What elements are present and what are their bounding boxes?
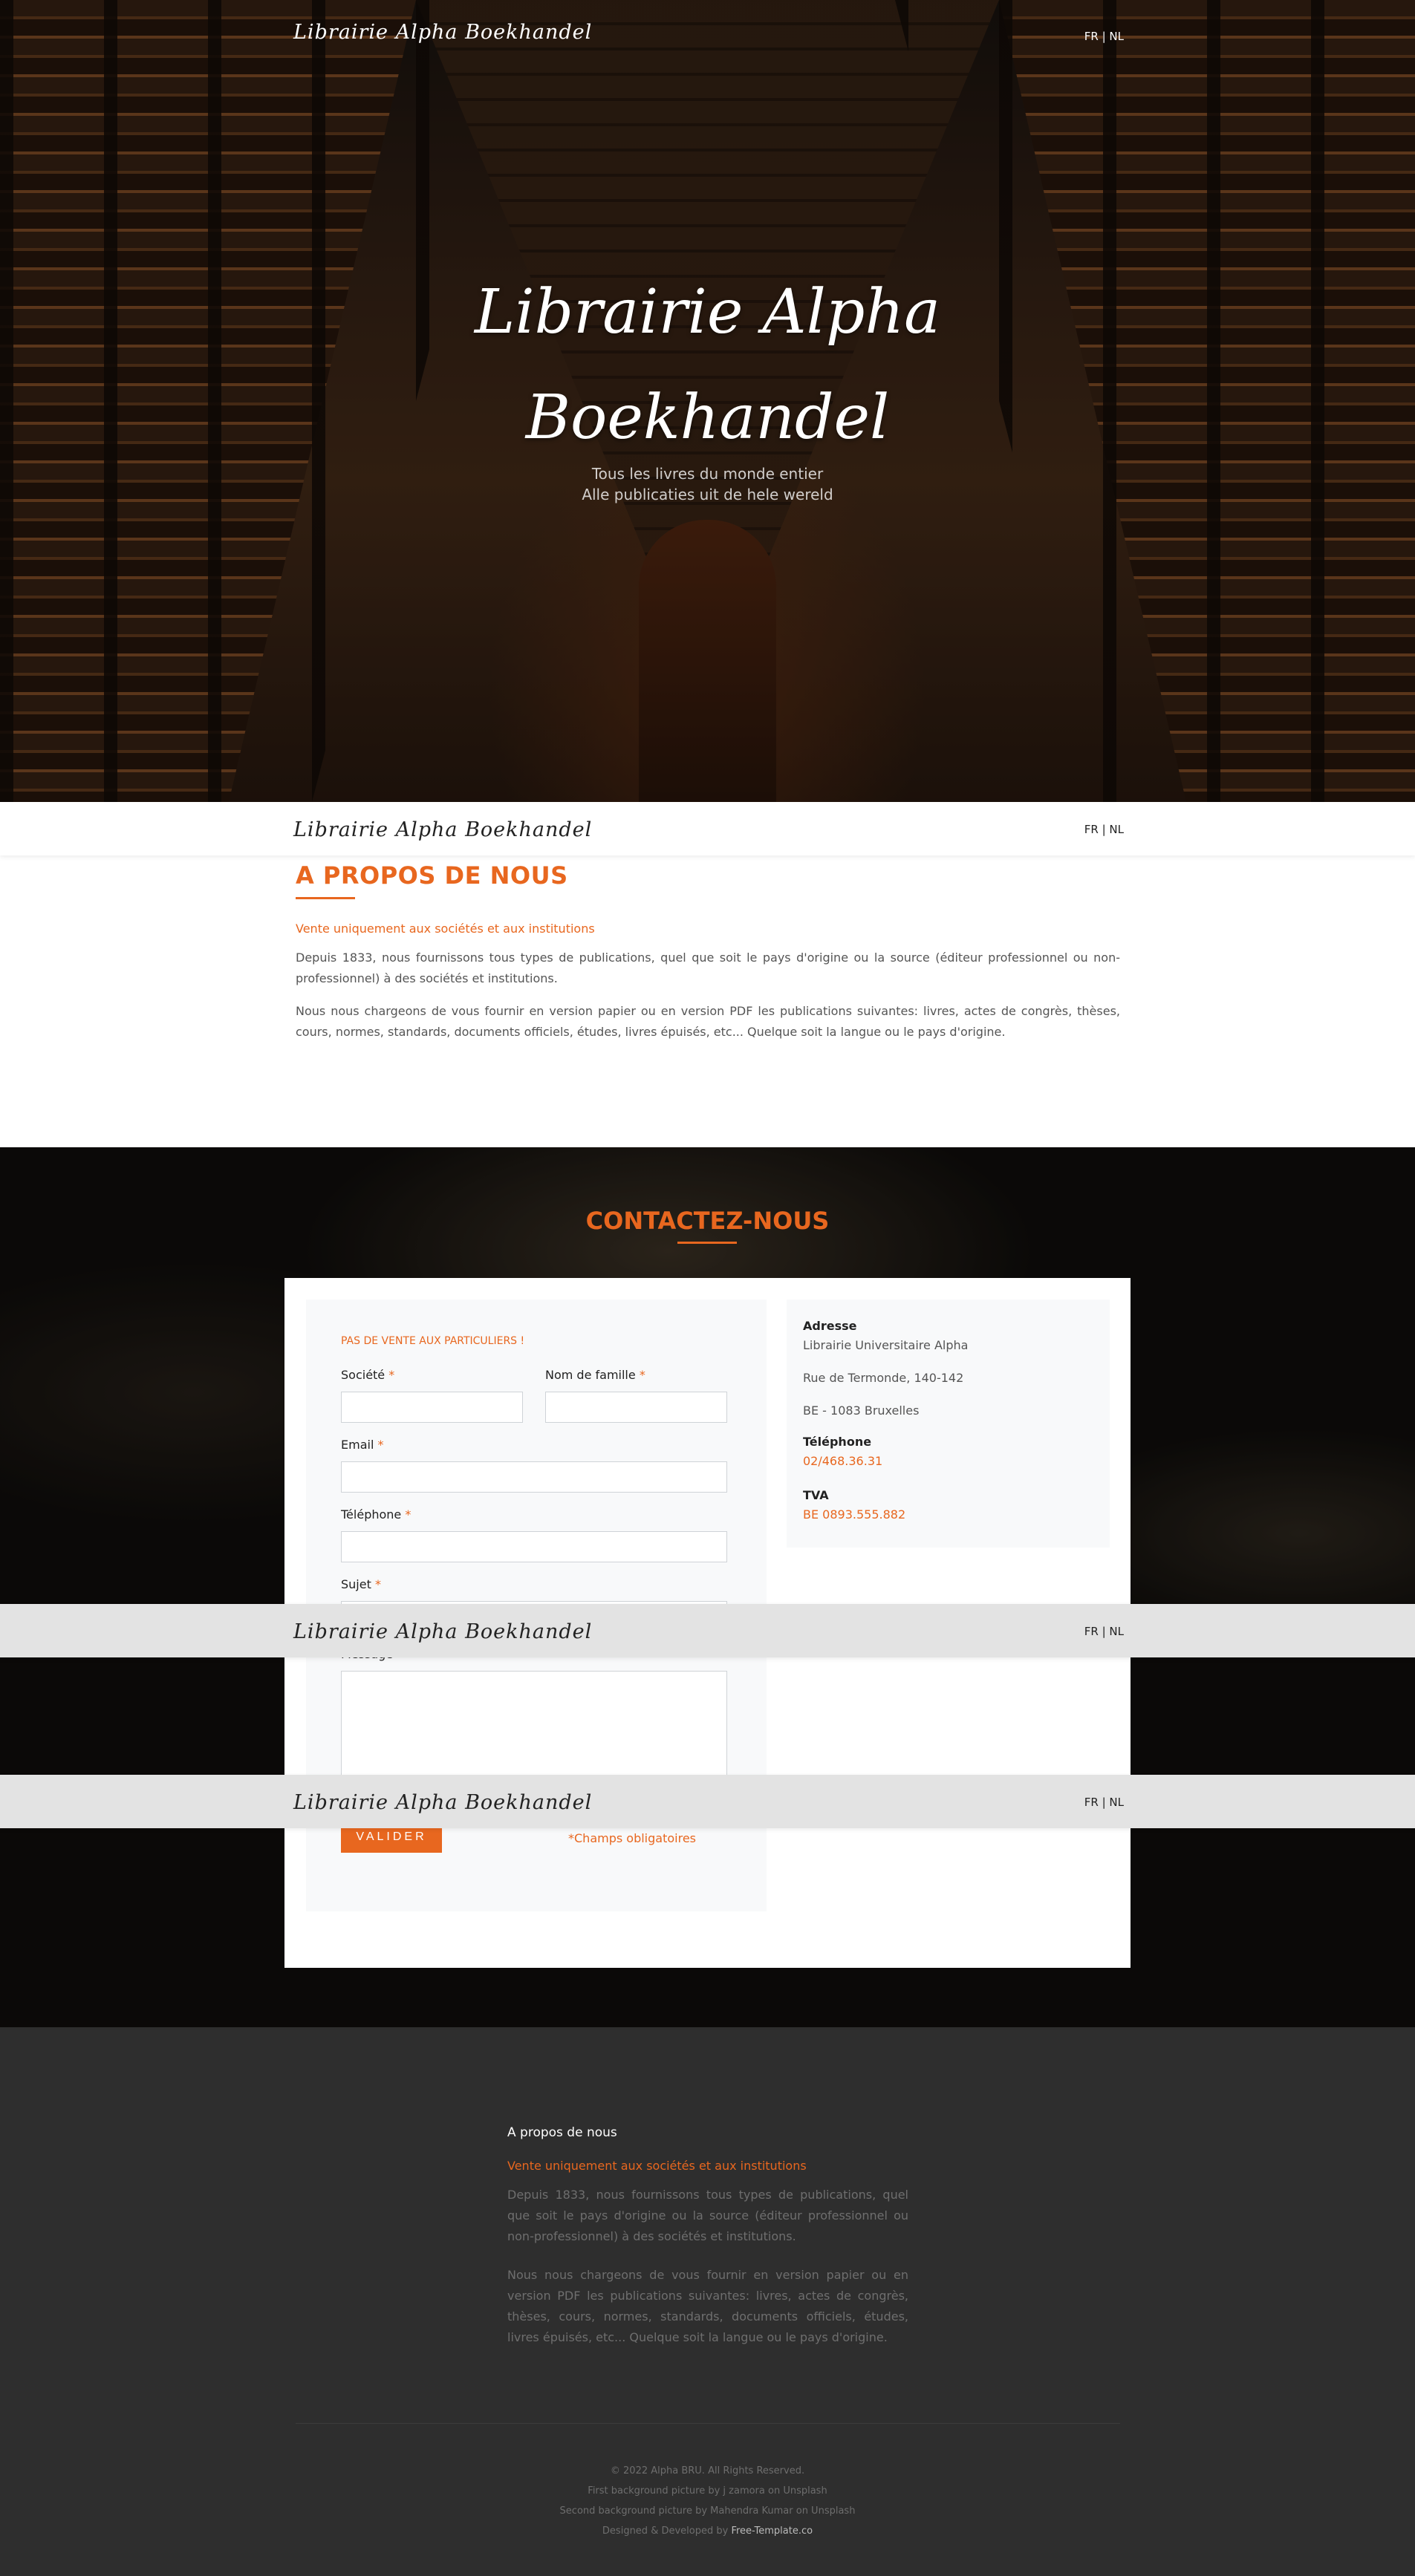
- sticky-navbar: Librairie Alpha Boekhandel FR | NL: [0, 802, 1415, 855]
- message-textarea[interactable]: [341, 1671, 727, 1782]
- contact-heading: CONTACTEZ-NOUS: [585, 1207, 830, 1235]
- about-paragraph-2: Nous nous chargeons de vous fournir en v…: [296, 1004, 1120, 1039]
- lang-separator: |: [1098, 1625, 1110, 1638]
- contact-section: CONTACTEZ-NOUS PAS DE VENTE AUX PARTICUL…: [0, 1147, 1415, 2027]
- hero-title-line1: Librairie Alpha: [474, 277, 941, 348]
- footer-credit-3-prefix: Designed & Developed by: [602, 2526, 732, 2537]
- hero-subtitle-fr: Tous les livres du monde entier: [591, 465, 824, 483]
- sticky-navbar-duplicate: Librairie Alpha Boekhandel FR | NL: [0, 1775, 1415, 1828]
- phone-label: Téléphone: [803, 1435, 872, 1449]
- language-switch: FR | NL: [1084, 1625, 1124, 1638]
- brand-logo-link[interactable]: Librairie Alpha Boekhandel: [293, 818, 592, 841]
- footer-paragraph-2: Nous nous chargeons de vous fournir en v…: [507, 2268, 908, 2344]
- lang-nl-link[interactable]: NL: [1109, 823, 1124, 836]
- lang-nl-link[interactable]: NL: [1109, 1625, 1124, 1638]
- telephone-label: Téléphone *: [341, 1507, 412, 1522]
- footer: A propos de nous Vente uniquement aux so…: [0, 2027, 1415, 2576]
- about-paragraph-1: Depuis 1833, nous fournissons tous types…: [296, 950, 1120, 985]
- lang-separator: |: [1098, 1796, 1110, 1809]
- lang-fr-link[interactable]: FR: [1084, 1796, 1099, 1809]
- lang-fr-link[interactable]: FR: [1084, 1625, 1099, 1638]
- sujet-label: Sujet *: [341, 1577, 381, 1591]
- email-input[interactable]: [341, 1461, 727, 1493]
- footer-copyright: © 2022 Alpha BRU. All Rights Reserved.: [610, 2465, 805, 2476]
- tva-label: TVA: [803, 1488, 829, 1502]
- contact-heading-underline: [677, 1242, 737, 1244]
- tva-number: BE 0893.555.882: [803, 1507, 906, 1522]
- nom-input[interactable]: [545, 1392, 727, 1423]
- footer-credit-1: First background picture by j zamora on …: [588, 2485, 827, 2497]
- brand-logo-link[interactable]: Librairie Alpha Boekhandel: [293, 1791, 592, 1814]
- hero-title-line2: Boekhandel: [525, 382, 890, 453]
- about-lead: Vente uniquement aux sociétés et aux ins…: [296, 922, 595, 936]
- societe-label: Société *: [341, 1368, 395, 1382]
- lang-nl-link[interactable]: NL: [1109, 30, 1124, 43]
- address-line-1: Librairie Universitaire Alpha: [803, 1338, 969, 1352]
- footer-divider: [296, 2423, 1120, 2424]
- free-template-link[interactable]: Free-Template.co: [731, 2526, 813, 2537]
- telephone-input[interactable]: [341, 1531, 727, 1562]
- footer-paragraph-1: Depuis 1833, nous fournissons tous types…: [507, 2188, 908, 2243]
- about-heading-underline: [296, 897, 355, 899]
- language-switch: FR | NL: [1084, 30, 1124, 43]
- address-line-2: Rue de Termonde, 140-142: [803, 1371, 964, 1385]
- sticky-navbar-duplicate: Librairie Alpha Boekhandel FR | NL: [0, 1604, 1415, 1657]
- address-label: Adresse: [803, 1319, 857, 1333]
- no-private-sales-note: PAS DE VENTE AUX PARTICULIERS !: [341, 1335, 525, 1347]
- language-switch: FR | NL: [1084, 1796, 1124, 1809]
- hero-subtitle-nl: Alle publicaties uit de hele wereld: [582, 486, 833, 503]
- language-switch: FR | NL: [1084, 823, 1124, 836]
- address-line-3: BE - 1083 Bruxelles: [803, 1403, 920, 1418]
- required-fields-note: *Champs obligatoires: [568, 1831, 696, 1845]
- nom-label: Nom de famille *: [545, 1368, 645, 1382]
- footer-about-lead: Vente uniquement aux sociétés et aux ins…: [507, 2159, 807, 2173]
- about-heading: A PROPOS DE NOUS: [296, 861, 568, 890]
- footer-about-title: A propos de nous: [507, 2125, 617, 2140]
- contact-info-box: Adresse Librairie Universitaire Alpha Ru…: [787, 1300, 1110, 1548]
- hero-navbar: Librairie Alpha Boekhandel FR | NL: [0, 0, 1415, 53]
- lang-separator: |: [1098, 823, 1110, 836]
- societe-input[interactable]: [341, 1392, 523, 1423]
- about-section: A PROPOS DE NOUS Vente uniquement aux so…: [296, 861, 1120, 1043]
- brand-logo-link[interactable]: Librairie Alpha Boekhandel: [293, 21, 592, 44]
- lang-fr-link[interactable]: FR: [1084, 30, 1099, 43]
- email-label: Email *: [341, 1438, 384, 1452]
- hero-section: Librairie Alpha Boekhandel FR | NL Libra…: [0, 0, 1415, 802]
- footer-credit-3: Designed & Developed by Free-Template.co: [0, 2526, 1415, 2537]
- lang-fr-link[interactable]: FR: [1084, 823, 1099, 836]
- lang-nl-link[interactable]: NL: [1109, 1796, 1124, 1809]
- brand-logo-link[interactable]: Librairie Alpha Boekhandel: [293, 1620, 592, 1643]
- hero-title: Librairie Alpha Boekhandel: [0, 260, 1415, 471]
- lang-separator: |: [1098, 30, 1110, 43]
- footer-credit-2: Second background picture by Mahendra Ku…: [559, 2505, 856, 2517]
- phone-link[interactable]: 02/468.36.31: [803, 1454, 882, 1468]
